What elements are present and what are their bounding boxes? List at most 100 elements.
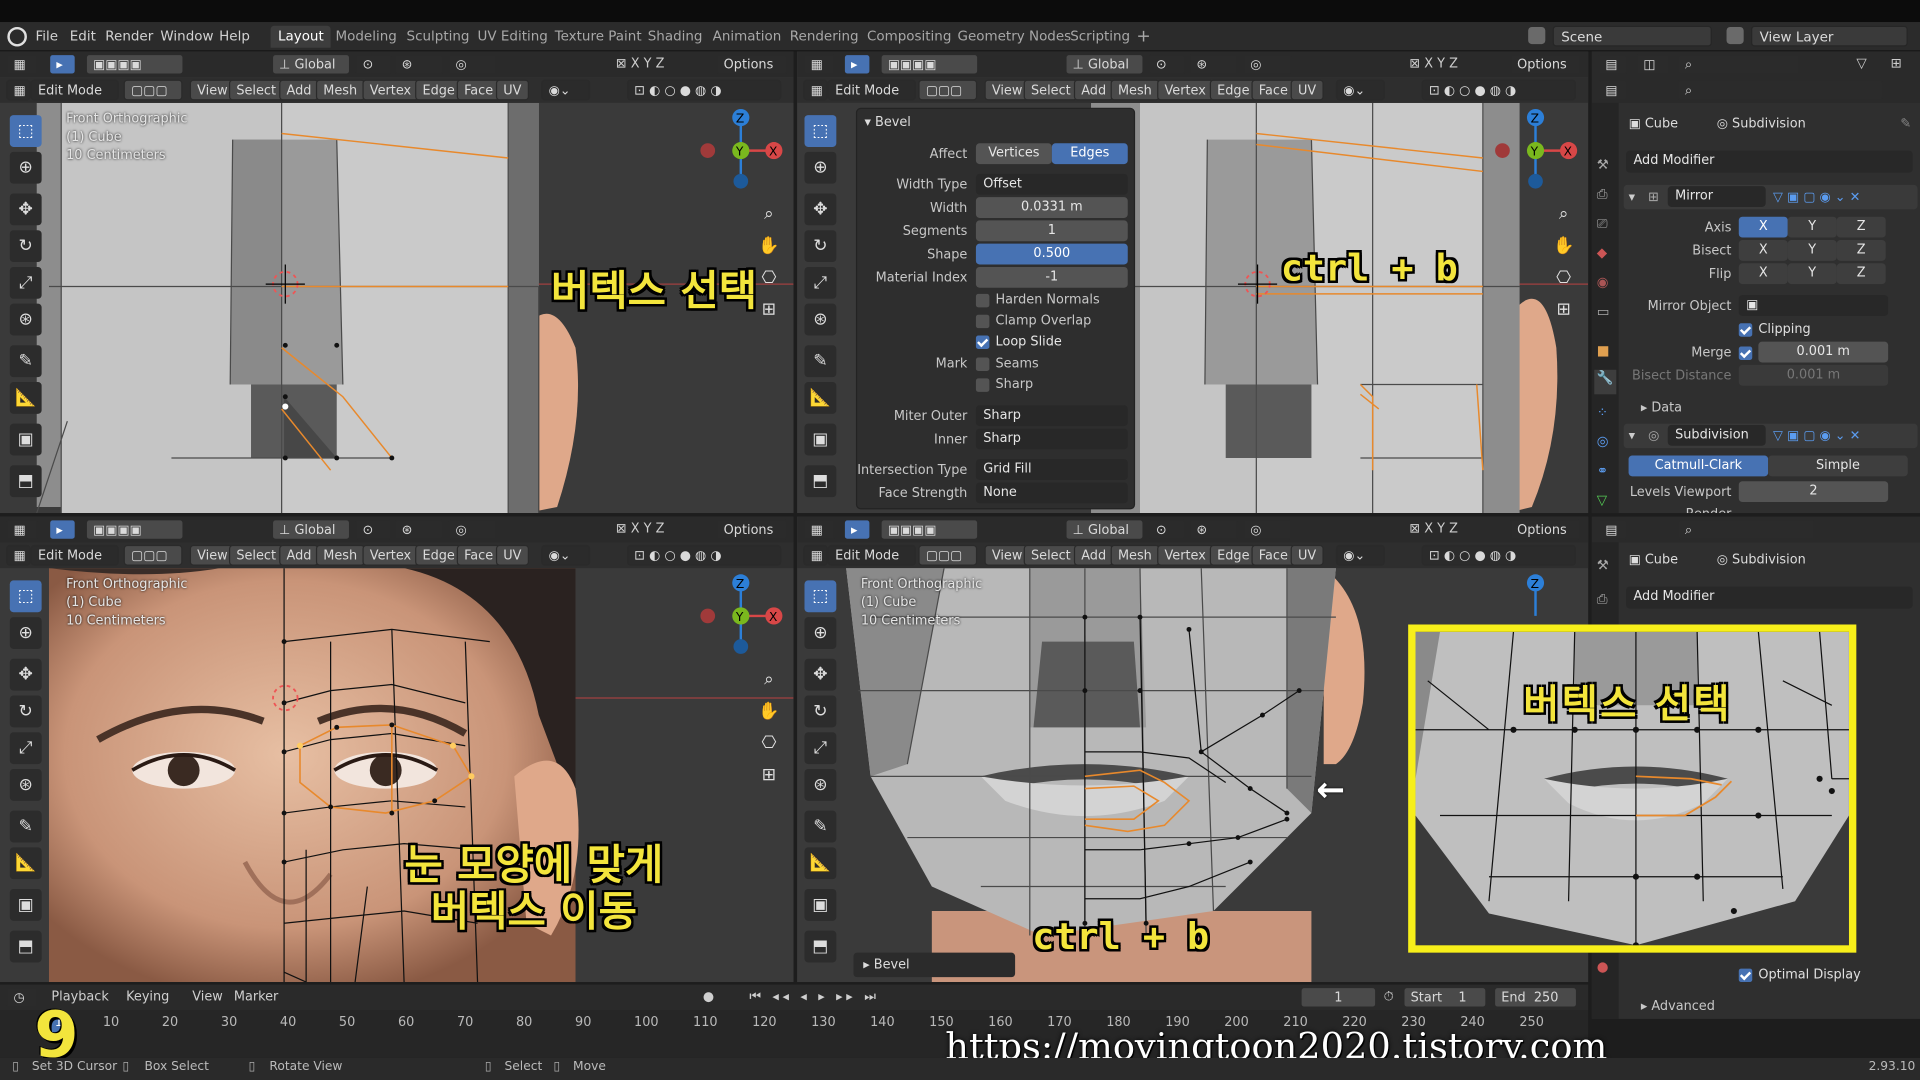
- extrude-icon[interactable]: ⬒: [804, 465, 837, 498]
- menu-vertex[interactable]: Vertex: [1157, 544, 1214, 566]
- sharp-checkbox[interactable]: [975, 378, 990, 392]
- menu-window[interactable]: Window: [154, 22, 219, 51]
- transform-icon[interactable]: ⊛: [804, 768, 837, 801]
- intersection-type-dropdown[interactable]: Grid Fill: [975, 459, 1128, 480]
- shading-buttons[interactable]: ⊡ ◐ ○ ● ◍ ◑: [626, 544, 782, 566]
- tab-scripting[interactable]: Scripting: [1063, 26, 1138, 48]
- affect-edges-button[interactable]: Edges: [1051, 143, 1128, 165]
- mirror-modifier-name[interactable]: Mirror: [1667, 186, 1766, 207]
- segments-field[interactable]: 1: [975, 220, 1128, 242]
- proportional-edit-icon[interactable]: ◎: [448, 53, 498, 75]
- mirror-object-field[interactable]: ▣: [1738, 295, 1889, 316]
- snap-icon[interactable]: ⊛: [1188, 519, 1238, 540]
- constraints-tab-icon[interactable]: ⚭: [1597, 463, 1608, 479]
- select-box-icon[interactable]: ⬚: [804, 580, 837, 613]
- timeline[interactable]: ◷ Playback Keying View Marker ● ⏮ ◂◂ ◂ ▸…: [0, 984, 1607, 1073]
- cursor-icon[interactable]: ⊕: [9, 617, 42, 649]
- inner-dropdown[interactable]: Sharp: [975, 428, 1128, 450]
- tab-sculpting[interactable]: Sculpting: [399, 26, 477, 48]
- render-tab-icon[interactable]: ⎙: [1597, 591, 1608, 608]
- width-field[interactable]: 0.0331 m: [975, 197, 1128, 218]
- menu-uv[interactable]: UV: [1290, 79, 1324, 101]
- menu-face[interactable]: Face: [1251, 544, 1296, 566]
- transform-orientation[interactable]: ⊥ Global: [1065, 53, 1144, 75]
- scale-icon[interactable]: ⤢: [9, 732, 42, 765]
- measure-icon[interactable]: 📐: [804, 382, 837, 414]
- harden-normals-checkbox[interactable]: [975, 293, 990, 308]
- collection-tab-icon[interactable]: ▭: [1597, 304, 1610, 320]
- add-workspace-icon[interactable]: +: [1129, 26, 1158, 48]
- menu-vertex[interactable]: Vertex: [362, 79, 419, 101]
- affect-vertices-button[interactable]: Vertices: [975, 143, 1052, 165]
- optimal-display-checkbox[interactable]: [1738, 968, 1753, 983]
- mode-dropdown[interactable]: Edit Mode: [827, 79, 916, 101]
- menu-face[interactable]: Face: [456, 79, 501, 101]
- pin-icon[interactable]: ✎: [1900, 113, 1911, 135]
- menu-add[interactable]: Add: [279, 79, 319, 101]
- move-icon[interactable]: ✥: [804, 193, 837, 226]
- collapse-icon[interactable]: ▾: [1629, 186, 1635, 208]
- axis-z-toggle[interactable]: Z: [1836, 216, 1886, 238]
- options-dropdown[interactable]: Options: [1509, 519, 1581, 540]
- cursor-icon[interactable]: ⊕: [9, 151, 42, 184]
- loop-slide-checkbox[interactable]: [975, 335, 990, 349]
- menu-select[interactable]: Select: [1023, 79, 1079, 101]
- grid-icon[interactable]: ⊞: [756, 296, 783, 323]
- select-tool-icon[interactable]: ▸: [843, 519, 871, 540]
- flip-z-toggle[interactable]: Z: [1836, 263, 1886, 285]
- rotate-icon[interactable]: ↻: [804, 230, 837, 263]
- viewport-top-left[interactable]: ▦ ▸ ▣▣▣▣ ⊥ Global ⊙ ⊛ ◎ ⊠ X Y Z Options …: [0, 51, 794, 514]
- extrude-icon[interactable]: ⬒: [9, 465, 42, 498]
- visibility-icon[interactable]: ◉⌄: [1335, 79, 1385, 101]
- miter-outer-dropdown[interactable]: Sharp: [975, 405, 1128, 427]
- viewport-canvas[interactable]: Front Orthographic (1) Cube 10 Centimete…: [0, 568, 794, 983]
- measure-icon[interactable]: 📐: [804, 847, 837, 880]
- bevel-panel-title[interactable]: ▾ Bevel: [864, 111, 910, 133]
- menu-add[interactable]: Add: [1073, 79, 1114, 101]
- tab-uv-editing[interactable]: UV Editing: [470, 26, 555, 48]
- tab-shading[interactable]: Shading: [640, 26, 709, 48]
- snap-icon[interactable]: ⊛: [394, 519, 444, 540]
- select-mode-vef[interactable]: ▢▢▢: [918, 79, 978, 101]
- particles-tab-icon[interactable]: ⁘: [1597, 404, 1608, 420]
- proportional-edit-icon[interactable]: ◎: [1242, 519, 1292, 540]
- rotate-icon[interactable]: ↻: [804, 695, 837, 728]
- simple-button[interactable]: Simple: [1768, 455, 1908, 477]
- editor-type-icon[interactable]: ▦: [803, 519, 836, 540]
- current-frame-field[interactable]: 1: [1300, 986, 1377, 1008]
- subdivision-modifier-name[interactable]: Subdivision: [1667, 424, 1766, 446]
- advanced-subpanel[interactable]: ▸ Advanced: [1641, 996, 1715, 1018]
- editor-type-icon[interactable]: ▦: [6, 53, 38, 75]
- viewport-canvas[interactable]: Front Orthographic (1) Cube 10 Centimete…: [0, 102, 794, 514]
- menu-mesh[interactable]: Mesh: [1110, 79, 1160, 101]
- collapse-icon[interactable]: ▾: [1629, 425, 1635, 447]
- editor-type-icon[interactable]: ▦: [6, 519, 38, 540]
- face-strength-dropdown[interactable]: None: [975, 482, 1128, 504]
- world-tab-icon[interactable]: ◉: [1597, 274, 1609, 290]
- zoom-icon[interactable]: ⌕: [756, 666, 783, 693]
- clipping-checkbox[interactable]: [1738, 323, 1753, 337]
- width-type-dropdown[interactable]: Offset: [975, 173, 1128, 195]
- measure-icon[interactable]: 📐: [9, 847, 42, 880]
- editor-type-icon[interactable]: ▤: [1597, 79, 1628, 101]
- navigation-gizmo[interactable]: Z X Y: [1490, 105, 1581, 196]
- annotate-icon[interactable]: ✎: [9, 810, 42, 843]
- editor-type-icon[interactable]: ▦: [803, 53, 836, 75]
- grid-icon[interactable]: ⊞: [1550, 296, 1577, 323]
- modifier-visibility-icons[interactable]: ▽ ▣ ▢ ◉ ⌄ ✕: [1773, 186, 1860, 208]
- data-tab-icon[interactable]: ▽: [1597, 492, 1607, 508]
- camera-icon[interactable]: ⎔: [756, 730, 783, 757]
- editor-type-icon[interactable]: ◷: [6, 986, 38, 1008]
- flip-x-toggle[interactable]: X: [1738, 263, 1788, 285]
- flip-y-toggle[interactable]: Y: [1787, 263, 1837, 285]
- select-tool-icon[interactable]: ▸: [843, 53, 871, 75]
- editor-type-icon[interactable]: ▦: [6, 544, 31, 566]
- scene-field[interactable]: Scene: [1552, 25, 1712, 47]
- select-box-icon[interactable]: ⬚: [9, 580, 42, 613]
- menu-uv[interactable]: UV: [495, 79, 529, 101]
- tab-modeling[interactable]: Modeling: [328, 26, 404, 48]
- subdivision-modifier-header[interactable]: ▾ ◎ Subdivision ▽ ▣ ▢ ◉ ⌄ ✕: [1623, 423, 1918, 449]
- modifier-visibility-icons[interactable]: ▽ ▣ ▢ ◉ ⌄ ✕: [1773, 425, 1860, 447]
- select-mode-buttons[interactable]: ▣▣▣▣: [880, 53, 979, 75]
- transform-orientation[interactable]: ⊥ Global: [1065, 519, 1144, 540]
